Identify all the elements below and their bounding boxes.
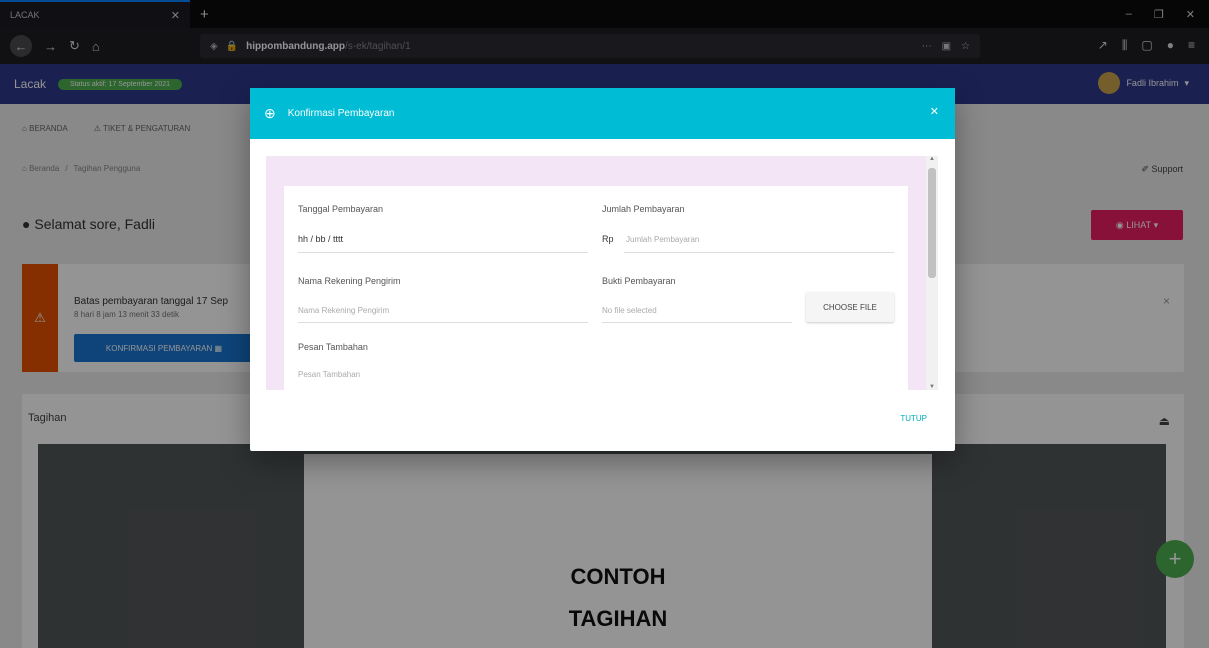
jumlah-underline bbox=[624, 252, 894, 253]
tanggal-underline bbox=[298, 252, 588, 253]
add-circle-icon: ⊕ bbox=[264, 105, 276, 121]
scroll-up-icon[interactable]: ▲ bbox=[929, 156, 935, 162]
scroll-thumb[interactable] bbox=[928, 168, 936, 278]
close-icon[interactable]: ✕ bbox=[930, 105, 939, 118]
pesan-input[interactable]: Pesan Tambahan bbox=[298, 370, 360, 379]
modal-scrollbar[interactable]: ▲ ▼ bbox=[926, 156, 938, 390]
tanggal-input[interactable]: hh / bb / tttt bbox=[298, 234, 343, 244]
scroll-down-icon[interactable]: ▼ bbox=[929, 384, 935, 390]
modal-body[interactable]: Tanggal Pembayaran hh / bb / tttt Jumlah… bbox=[266, 156, 926, 390]
choose-file-button[interactable]: CHOOSE FILE bbox=[806, 292, 894, 322]
modal-header: ⊕ Konfirmasi Pembayaran ✕ bbox=[250, 88, 955, 139]
jumlah-label: Jumlah Pembayaran bbox=[602, 204, 685, 214]
rupiah-prefix: Rp bbox=[602, 234, 614, 244]
nama-rekening-input[interactable]: Nama Rekening Pengirim bbox=[298, 306, 389, 315]
bukti-label: Bukti Pembayaran bbox=[602, 276, 676, 286]
modal-title: Konfirmasi Pembayaran bbox=[287, 108, 395, 119]
pesan-label: Pesan Tambahan bbox=[298, 342, 368, 352]
tanggal-label: Tanggal Pembayaran bbox=[298, 204, 384, 214]
nama-rekening-label: Nama Rekening Pengirim bbox=[298, 276, 401, 286]
file-status: No file selected bbox=[602, 306, 657, 315]
payment-form: Tanggal Pembayaran hh / bb / tttt Jumlah… bbox=[284, 186, 908, 390]
tutup-button[interactable]: TUTUP bbox=[900, 414, 927, 423]
konfirmasi-pembayaran-modal: ⊕ Konfirmasi Pembayaran ✕ Tanggal Pembay… bbox=[250, 88, 955, 451]
bukti-underline bbox=[602, 322, 792, 323]
nama-underline bbox=[298, 322, 588, 323]
jumlah-input[interactable]: Jumlah Pembayaran bbox=[626, 235, 699, 244]
